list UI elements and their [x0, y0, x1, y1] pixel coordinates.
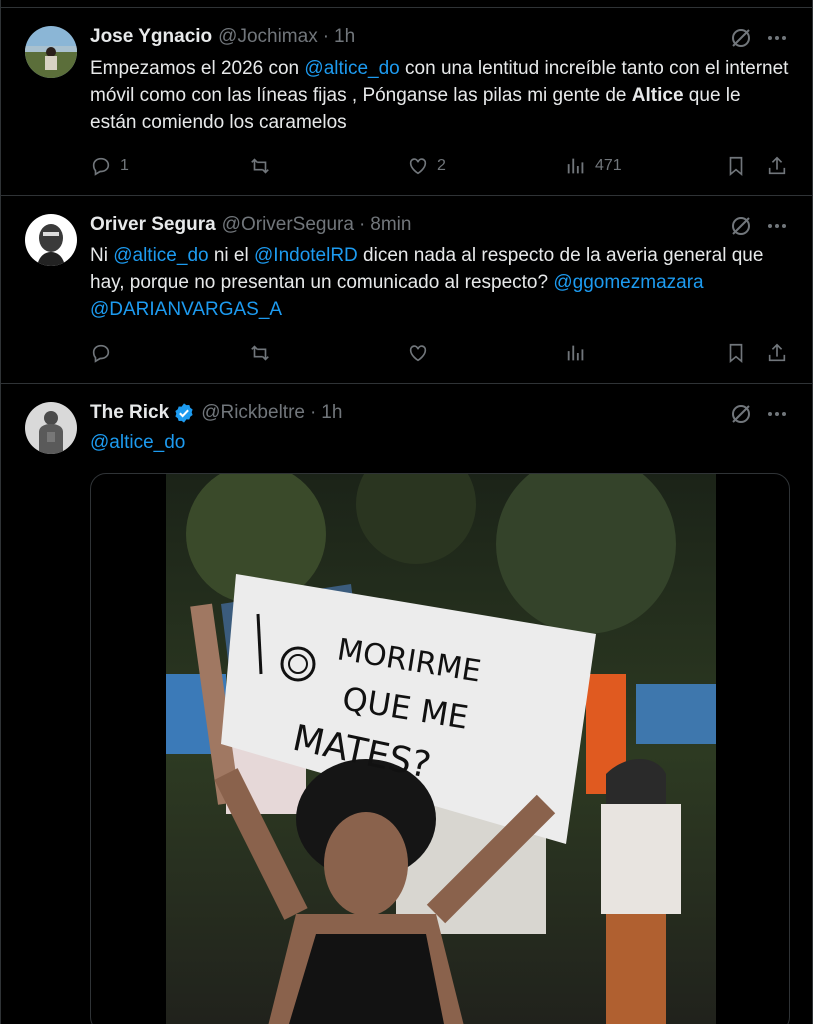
separator-dot: ·: [309, 402, 317, 423]
reply-button[interactable]: 1: [90, 155, 129, 177]
like-button[interactable]: [407, 342, 437, 364]
tweet[interactable]: Jose Ygnacio @Jochimax · 1h Empezamos el…: [1, 8, 812, 196]
share-button[interactable]: [766, 155, 788, 177]
tweet-text: Empezamos el 2026 con @altice_do con una…: [90, 55, 790, 136]
video-frame: MORIRME QUE ME MATES?: [166, 474, 716, 1024]
repost-icon: [251, 345, 269, 361]
highlighted-text: Altice: [631, 85, 684, 106]
like-icon: [409, 158, 427, 175]
tweet-header: Oriver Segura @OriverSegura · 8min: [90, 212, 411, 238]
avatar[interactable]: [25, 214, 77, 266]
repost-button[interactable]: [249, 155, 279, 177]
share-icon: [768, 343, 786, 362]
text-segment: Empezamos el 2026 con: [90, 58, 305, 79]
reply-button[interactable]: [90, 342, 120, 364]
reply-count: 1: [120, 157, 129, 174]
media-video[interactable]: MORIRME QUE ME MATES?: [90, 473, 790, 1024]
author-name[interactable]: Jose Ygnacio: [90, 26, 212, 48]
timestamp[interactable]: 1h: [334, 26, 355, 48]
tweet-text: @altice_do: [90, 429, 790, 456]
mention-link[interactable]: @altice_do: [90, 432, 185, 453]
share-icon: [768, 156, 786, 175]
tweet-header: Jose Ygnacio @Jochimax · 1h: [90, 24, 355, 50]
mention-link[interactable]: @DARIANVARGAS_A: [90, 299, 282, 320]
text-segment: Ni: [90, 245, 114, 266]
mention-link[interactable]: @altice_do: [113, 245, 208, 266]
author-name[interactable]: The Rick: [90, 402, 169, 424]
mention-link[interactable]: @ggomezmazara: [553, 272, 703, 293]
tweet[interactable]: Oriver Segura @OriverSegura · 8min Ni @a…: [1, 196, 812, 384]
repost-icon: [251, 158, 269, 174]
author-handle[interactable]: @Rickbeltre: [201, 402, 305, 424]
views-icon: [567, 345, 584, 361]
timestamp[interactable]: 1h: [321, 402, 342, 424]
views-count: 471: [595, 157, 622, 174]
bookmark-icon: [729, 343, 743, 364]
views-button[interactable]: [565, 342, 595, 364]
mention-link[interactable]: @altice_do: [304, 58, 399, 79]
grok-icon[interactable]: [729, 26, 753, 50]
like-count: 2: [437, 157, 446, 174]
reply-icon: [92, 344, 110, 363]
avatar[interactable]: [25, 26, 77, 78]
separator-dot: ·: [322, 26, 330, 47]
author-handle[interactable]: @Jochimax: [218, 26, 318, 48]
more-icon[interactable]: [765, 402, 789, 426]
views-icon: [567, 158, 584, 174]
timeline-feed: Jose Ygnacio @Jochimax · 1h Empezamos el…: [0, 0, 813, 1024]
bookmark-icon: [729, 156, 743, 177]
tweet-header: The Rick @Rickbeltre · 1h: [90, 400, 342, 426]
tweet[interactable]: The Rick @Rickbeltre · 1h @altice_do MOR…: [1, 384, 812, 1024]
bookmark-button[interactable]: [725, 342, 747, 364]
separator-dot: ·: [358, 214, 366, 235]
like-button[interactable]: 2: [407, 155, 446, 177]
more-icon[interactable]: [765, 26, 789, 50]
tweet-text: Ni @altice_do ni el @IndotelRD dicen nad…: [90, 242, 790, 323]
grok-icon[interactable]: [729, 402, 753, 426]
bookmark-button[interactable]: [725, 155, 747, 177]
views-button[interactable]: 471: [565, 155, 622, 177]
share-button[interactable]: [766, 342, 788, 364]
verified-icon: [175, 403, 193, 423]
text-segment: ni el: [208, 245, 254, 266]
grok-icon[interactable]: [729, 214, 753, 238]
author-name[interactable]: Oriver Segura: [90, 214, 216, 236]
reply-icon: [92, 157, 110, 176]
timestamp[interactable]: 8min: [370, 214, 411, 236]
repost-button[interactable]: [249, 342, 279, 364]
more-icon[interactable]: [765, 214, 789, 238]
mention-link[interactable]: @IndotelRD: [254, 245, 358, 266]
avatar[interactable]: [25, 402, 77, 454]
like-icon: [409, 345, 427, 362]
author-handle[interactable]: @OriverSegura: [222, 214, 354, 236]
